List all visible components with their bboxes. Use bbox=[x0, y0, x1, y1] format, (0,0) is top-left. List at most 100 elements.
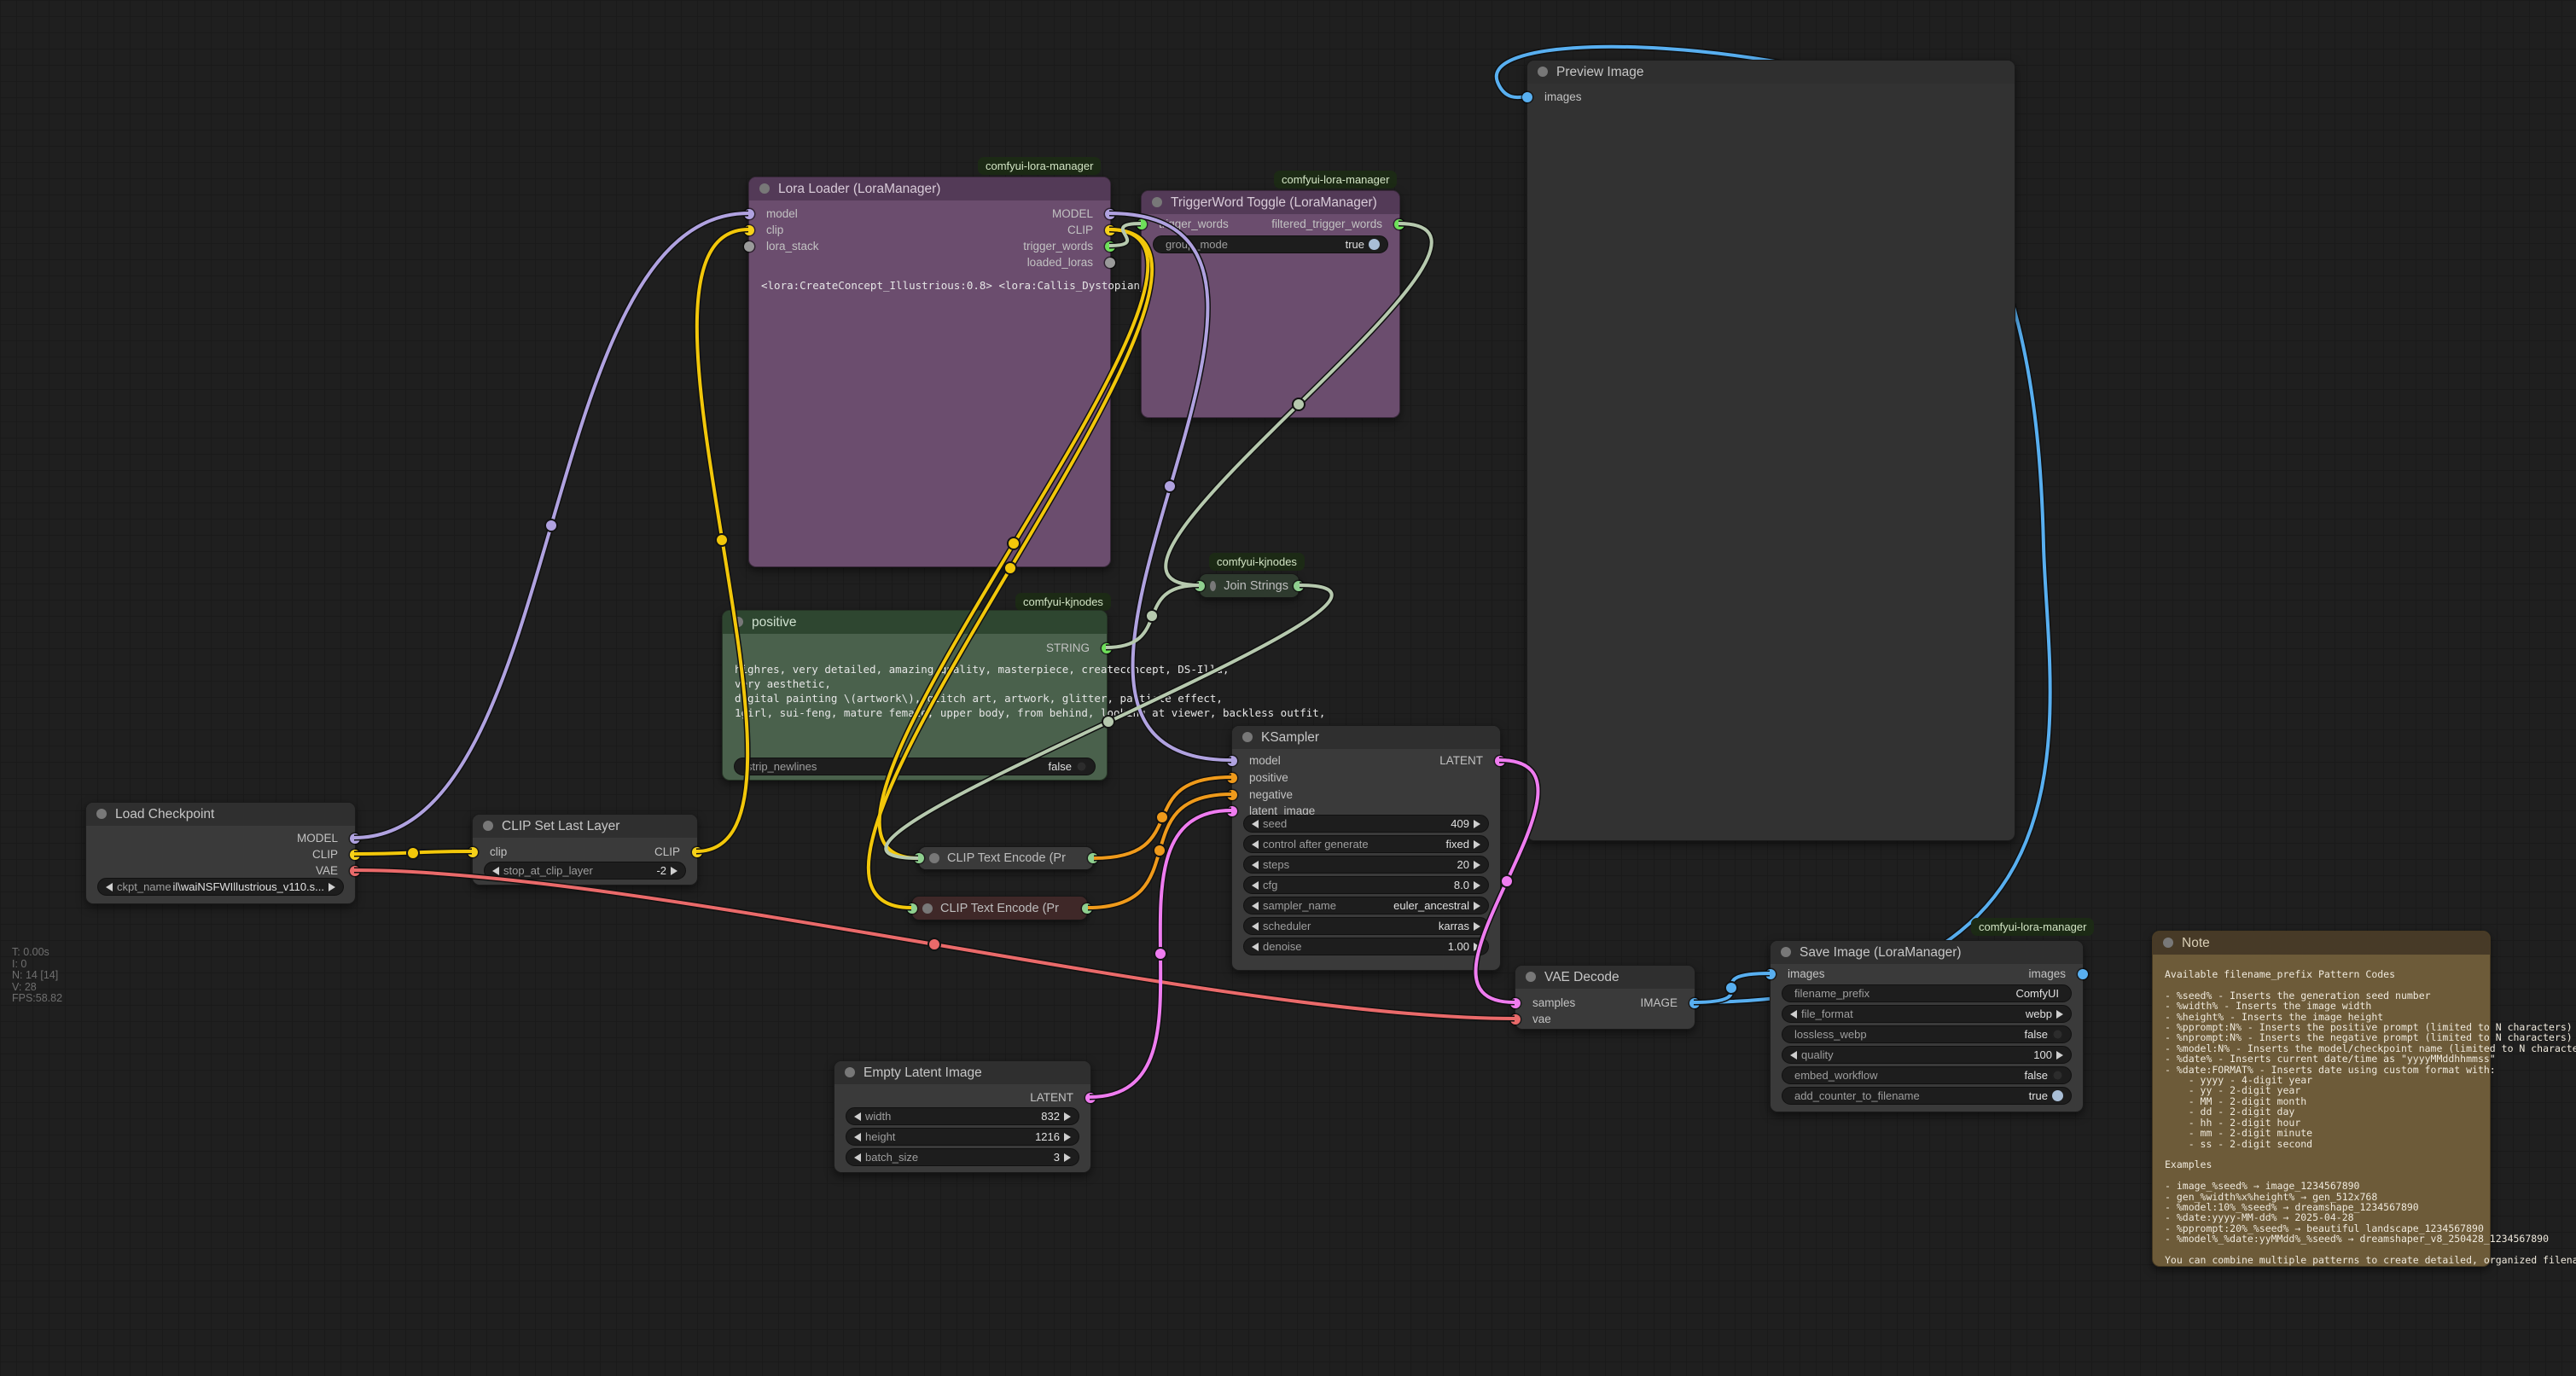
input-slot-clip[interactable]: clip bbox=[749, 223, 783, 238]
clip-port[interactable] bbox=[350, 850, 360, 860]
node-title-bar[interactable]: TriggerWord Toggle (LoraManager) bbox=[1142, 191, 1399, 214]
image-port[interactable] bbox=[1522, 92, 1532, 102]
node-vae-decode[interactable]: VAE Decode samples vae IMAGE bbox=[1515, 965, 1695, 1030]
toggle-icon[interactable] bbox=[2052, 1070, 2063, 1081]
widget-ckpt-name[interactable]: ckpt_nameil\waiNSFWIllustrious_v110.s... bbox=[97, 878, 344, 896]
output-slot-latent[interactable]: LATENT bbox=[1439, 753, 1500, 769]
conditioning-out-port[interactable] bbox=[1088, 853, 1098, 863]
latent-port[interactable] bbox=[1085, 1093, 1096, 1103]
collapse-dot[interactable] bbox=[1781, 947, 1791, 957]
widget-filename-prefix[interactable]: filename_prefixComfyUI bbox=[1782, 984, 2072, 1002]
output-slot-model[interactable]: MODEL bbox=[297, 831, 355, 846]
collapse-dot[interactable] bbox=[733, 617, 743, 627]
stepper-right-icon[interactable] bbox=[2056, 1010, 2063, 1019]
widget-sampler-name[interactable]: sampler_nameeuler_ancestral bbox=[1243, 897, 1489, 914]
image-port[interactable] bbox=[1689, 998, 1700, 1008]
input-slot-images[interactable]: images bbox=[1527, 90, 1582, 105]
output-slot-filtered-trigger-words[interactable]: filtered_trigger_words bbox=[1271, 217, 1399, 232]
toggle-icon[interactable] bbox=[1369, 239, 1380, 250]
collapse-dot[interactable] bbox=[929, 853, 939, 863]
collapse-dot[interactable] bbox=[845, 1067, 855, 1077]
node-load-checkpoint[interactable]: Load Checkpoint MODEL CLIP VAE ckpt_name… bbox=[85, 802, 356, 904]
clip-port[interactable] bbox=[692, 847, 702, 857]
stepper-right-icon[interactable] bbox=[1474, 820, 1480, 828]
widget-cfg[interactable]: cfg8.0 bbox=[1243, 876, 1489, 894]
node-title-bar[interactable]: positive bbox=[723, 611, 1107, 634]
trigger-words-port[interactable] bbox=[1105, 241, 1115, 252]
input-slot-clip[interactable]: clip bbox=[473, 845, 507, 860]
string-out-port[interactable] bbox=[1294, 581, 1304, 591]
node-title-bar[interactable]: Empty Latent Image bbox=[834, 1061, 1090, 1084]
stepper-right-icon[interactable] bbox=[1474, 840, 1480, 849]
node-save-image[interactable]: Save Image (LoraManager) images images f… bbox=[1770, 940, 2084, 1112]
node-triggerword-toggle[interactable]: TriggerWord Toggle (LoraManager) trigger… bbox=[1141, 190, 1400, 418]
stepper-right-icon[interactable] bbox=[1474, 881, 1480, 890]
node-title-bar[interactable]: Lora Loader (LoraManager) bbox=[749, 177, 1110, 200]
output-slot-image[interactable]: IMAGE bbox=[1640, 996, 1695, 1011]
input-slot-images[interactable]: images bbox=[1771, 967, 1825, 982]
node-title-bar[interactable]: Note bbox=[2153, 932, 2490, 955]
stepper-left-icon[interactable] bbox=[854, 1133, 861, 1141]
input-slot-trigger-words[interactable]: trigger_words bbox=[1142, 217, 1229, 232]
note-text[interactable]: Available filename_prefix Pattern Codes … bbox=[2165, 969, 2576, 1265]
conditioning-out-port[interactable] bbox=[1082, 903, 1092, 914]
output-slot-vae[interactable]: VAE bbox=[316, 863, 355, 879]
stepper-right-icon[interactable] bbox=[2056, 1051, 2063, 1060]
node-empty-latent-image[interactable]: Empty Latent Image LATENT width832 heigh… bbox=[834, 1060, 1091, 1173]
stepper-right-icon[interactable] bbox=[1474, 902, 1480, 910]
widget-scheduler[interactable]: schedulerkarras bbox=[1243, 917, 1489, 935]
widget-control-after-generate[interactable]: control after generatefixed bbox=[1243, 835, 1489, 853]
output-slot-trigger-words[interactable]: trigger_words bbox=[1023, 239, 1110, 254]
stepper-right-icon[interactable] bbox=[671, 867, 677, 875]
stepper-left-icon[interactable] bbox=[1252, 902, 1259, 910]
widget-lossless-webp[interactable]: lossless_webpfalse bbox=[1782, 1025, 2072, 1043]
node-lora-loader[interactable]: Lora Loader (LoraManager) model clip lor… bbox=[748, 177, 1111, 567]
model-port[interactable] bbox=[1105, 209, 1115, 219]
output-slot-latent[interactable]: LATENT bbox=[1030, 1090, 1090, 1106]
stepper-left-icon[interactable] bbox=[1252, 881, 1259, 890]
input-slot-samples[interactable]: samples bbox=[1515, 996, 1575, 1011]
node-preview-image[interactable]: Preview Image images bbox=[1526, 60, 2015, 841]
clip-port[interactable] bbox=[744, 225, 754, 235]
widget-quality[interactable]: quality100 bbox=[1782, 1046, 2072, 1064]
collapse-dot[interactable] bbox=[759, 183, 770, 194]
toggle-icon[interactable] bbox=[2052, 1090, 2063, 1101]
output-slot-clip[interactable]: CLIP bbox=[1067, 223, 1110, 238]
model-port[interactable] bbox=[744, 209, 754, 219]
latent-port[interactable] bbox=[1495, 756, 1505, 766]
collapse-dot[interactable] bbox=[922, 903, 933, 914]
stepper-right-icon[interactable] bbox=[329, 883, 335, 891]
widget-width[interactable]: width832 bbox=[846, 1107, 1079, 1125]
stepper-left-icon[interactable] bbox=[1252, 840, 1259, 849]
conditioning-port[interactable] bbox=[1227, 773, 1237, 783]
collapse-dot[interactable] bbox=[1242, 732, 1253, 742]
node-clip-text-encode-negative[interactable]: CLIP Text Encode (Pr bbox=[911, 896, 1088, 920]
output-slot-loaded-loras[interactable]: loaded_loras bbox=[1027, 255, 1110, 270]
input-slot-vae[interactable]: vae bbox=[1515, 1012, 1551, 1027]
output-slot-string[interactable]: STRING bbox=[1046, 641, 1107, 656]
conditioning-port[interactable] bbox=[1227, 790, 1237, 800]
stepper-right-icon[interactable] bbox=[1474, 861, 1480, 869]
stepper-left-icon[interactable] bbox=[1252, 861, 1259, 869]
widget-group-mode[interactable]: group_modetrue bbox=[1153, 235, 1388, 253]
lora-stack-port[interactable] bbox=[744, 241, 754, 252]
stepper-right-icon[interactable] bbox=[1474, 943, 1480, 951]
collapse-dot[interactable] bbox=[1538, 67, 1548, 77]
stepper-left-icon[interactable] bbox=[106, 883, 113, 891]
node-join-strings[interactable]: Join Strings bbox=[1199, 573, 1300, 598]
collapse-dot[interactable] bbox=[1526, 972, 1536, 982]
stepper-left-icon[interactable] bbox=[1790, 1010, 1797, 1019]
collapse-dot[interactable] bbox=[1210, 581, 1216, 591]
node-clip-set-last-layer[interactable]: CLIP Set Last Layer clip CLIP stop_at_cl… bbox=[472, 814, 698, 885]
collapse-dot[interactable] bbox=[483, 821, 493, 831]
stepper-left-icon[interactable] bbox=[854, 1153, 861, 1162]
node-title-bar[interactable]: Load Checkpoint bbox=[86, 803, 355, 826]
model-port[interactable] bbox=[350, 833, 360, 844]
input-slot-model[interactable]: model bbox=[1232, 753, 1281, 769]
stepper-right-icon[interactable] bbox=[1064, 1112, 1071, 1121]
clip-port[interactable] bbox=[1105, 225, 1115, 235]
output-slot-model[interactable]: MODEL bbox=[1052, 206, 1110, 222]
loaded-loras-port[interactable] bbox=[1105, 258, 1115, 268]
stepper-right-icon[interactable] bbox=[1064, 1153, 1071, 1162]
node-positive-prompt[interactable]: positive STRING highres, very detailed, … bbox=[722, 610, 1108, 781]
